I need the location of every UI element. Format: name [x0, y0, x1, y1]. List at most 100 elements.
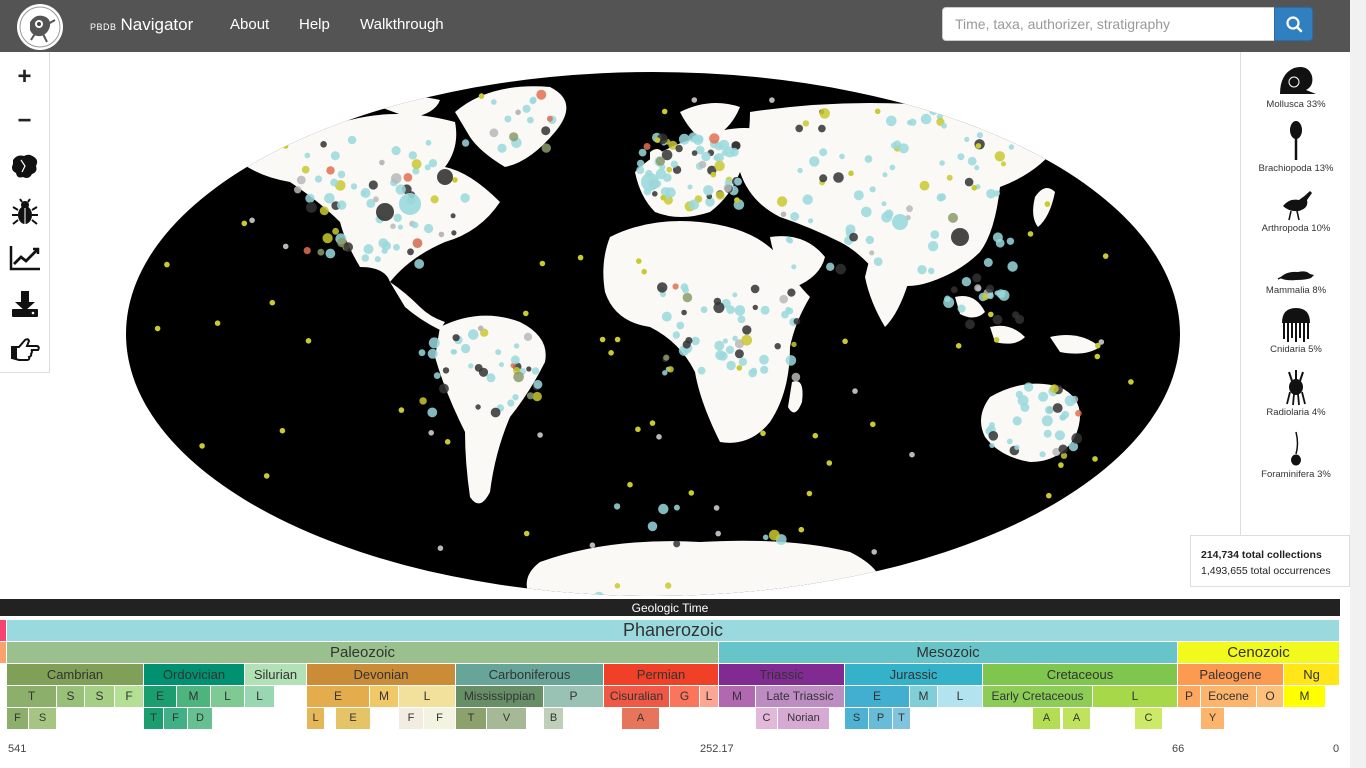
collection-dot[interactable]	[673, 540, 681, 548]
age-sliver[interactable]	[1327, 708, 1335, 729]
precambrian-eon[interactable]	[0, 620, 7, 641]
collection-dot[interactable]	[649, 420, 656, 426]
epoch-5[interactable]: M	[177, 686, 211, 707]
collection-dot[interactable]	[691, 336, 700, 346]
epoch-6[interactable]: L	[211, 686, 245, 707]
collection-dot[interactable]	[927, 241, 939, 252]
collection-dot[interactable]	[403, 173, 413, 182]
collection-dot[interactable]	[294, 186, 302, 194]
download-button[interactable]	[0, 282, 49, 326]
collection-dot[interactable]	[681, 309, 687, 316]
collection-dot[interactable]	[819, 148, 828, 157]
period-devonian[interactable]: Devonian	[307, 664, 456, 685]
collection-dot[interactable]	[802, 194, 813, 205]
age-sliver[interactable]	[1103, 708, 1111, 729]
collection-dot[interactable]	[437, 545, 444, 551]
age-sliver[interactable]	[1175, 708, 1183, 729]
collection-dot[interactable]	[408, 151, 417, 160]
collection-dot[interactable]	[1041, 415, 1053, 427]
collection-dot[interactable]	[647, 521, 658, 532]
collection-dot[interactable]	[391, 173, 402, 184]
collection-dot[interactable]	[337, 170, 346, 179]
collection-dot[interactable]	[154, 325, 161, 332]
age-sliver[interactable]	[1335, 708, 1343, 729]
collection-dot[interactable]	[390, 223, 396, 230]
age-sliver[interactable]	[1231, 708, 1239, 729]
collection-dot[interactable]	[710, 171, 717, 178]
collection-dot[interactable]	[1122, 524, 1128, 530]
age-sliver[interactable]	[1295, 708, 1303, 729]
collection-dot[interactable]	[672, 283, 679, 290]
collection-dot[interactable]	[378, 238, 389, 249]
epoch-13[interactable]: Cisuralian	[604, 686, 670, 707]
collection-dot[interactable]	[641, 268, 647, 275]
collection-dot[interactable]	[734, 349, 744, 359]
collection-dot[interactable]	[725, 345, 735, 354]
collection-dot[interactable]	[1092, 456, 1098, 462]
collection-dot[interactable]	[530, 96, 537, 104]
collection-dot[interactable]	[975, 143, 982, 149]
collection-dot[interactable]	[450, 349, 457, 355]
collection-dot[interactable]	[1007, 261, 1018, 272]
collection-dot[interactable]	[987, 292, 994, 300]
collection-dot[interactable]	[424, 223, 434, 234]
collection-dot[interactable]	[957, 153, 965, 161]
age-20[interactable]: C	[1135, 708, 1163, 729]
zoom-out-button[interactable]: −	[0, 99, 49, 143]
collection-dot[interactable]	[741, 334, 753, 346]
collection-dot[interactable]	[665, 582, 672, 589]
collection-dot[interactable]	[992, 314, 1003, 325]
collection-dot[interactable]	[917, 265, 927, 275]
collection-dot[interactable]	[950, 286, 958, 294]
age-13[interactable]: C	[756, 708, 778, 729]
collection-dot[interactable]	[929, 106, 938, 116]
age-sliver[interactable]	[1319, 708, 1327, 729]
collection-dot[interactable]	[452, 334, 460, 342]
collection-dot[interactable]	[504, 115, 512, 123]
collection-dot[interactable]	[214, 320, 221, 327]
precambrian-era[interactable]	[0, 642, 7, 663]
collection-dot[interactable]	[397, 224, 403, 230]
collection-dot[interactable]	[326, 166, 335, 175]
collection-dot[interactable]	[1095, 342, 1101, 349]
age-sliver[interactable]	[599, 708, 607, 729]
age-14[interactable]: Norian	[778, 708, 830, 729]
collection-dot[interactable]	[306, 202, 317, 213]
search-input[interactable]	[942, 7, 1275, 41]
age-18[interactable]: A	[1033, 708, 1061, 729]
age-sliver[interactable]	[1287, 708, 1295, 729]
collection-dot[interactable]	[906, 119, 913, 126]
collection-dot[interactable]	[682, 287, 689, 294]
collection-dot[interactable]	[861, 206, 872, 218]
collection-dot[interactable]	[718, 351, 728, 361]
age-10[interactable]: V	[487, 708, 527, 729]
collection-dot[interactable]	[157, 226, 163, 233]
age-sliver[interactable]	[743, 708, 751, 729]
taxon-mollusca[interactable]: Mollusca 33%	[1241, 64, 1351, 120]
age-sliver[interactable]	[71, 708, 79, 729]
collection-dot[interactable]	[703, 185, 714, 196]
collection-dot[interactable]	[1006, 438, 1013, 445]
collection-dot[interactable]	[726, 360, 736, 371]
collection-dot[interactable]	[475, 404, 481, 410]
collection-dot[interactable]	[438, 231, 445, 238]
collection-dot[interactable]	[726, 305, 735, 314]
collection-dot[interactable]	[1117, 136, 1124, 142]
epoch-12[interactable]: P	[544, 686, 604, 707]
eon-phanerozoic[interactable]: Phanerozoic	[7, 620, 1340, 641]
collection-dot[interactable]	[438, 383, 449, 394]
collection-dot[interactable]	[965, 319, 975, 330]
collection-dot[interactable]	[430, 195, 439, 204]
collection-dot[interactable]	[961, 277, 972, 287]
collection-dot[interactable]	[322, 233, 333, 244]
epoch-7[interactable]: L	[245, 686, 275, 707]
epoch-3[interactable]: F	[115, 686, 144, 707]
collection-dot[interactable]	[304, 152, 311, 159]
collection-dot[interactable]	[657, 282, 668, 293]
collection-dot[interactable]	[791, 341, 797, 348]
collection-dot[interactable]	[833, 172, 844, 183]
age-sliver[interactable]	[1119, 708, 1127, 729]
collection-dot[interactable]	[748, 368, 757, 378]
age-sliver[interactable]	[719, 708, 727, 729]
collection-dot[interactable]	[951, 228, 969, 246]
